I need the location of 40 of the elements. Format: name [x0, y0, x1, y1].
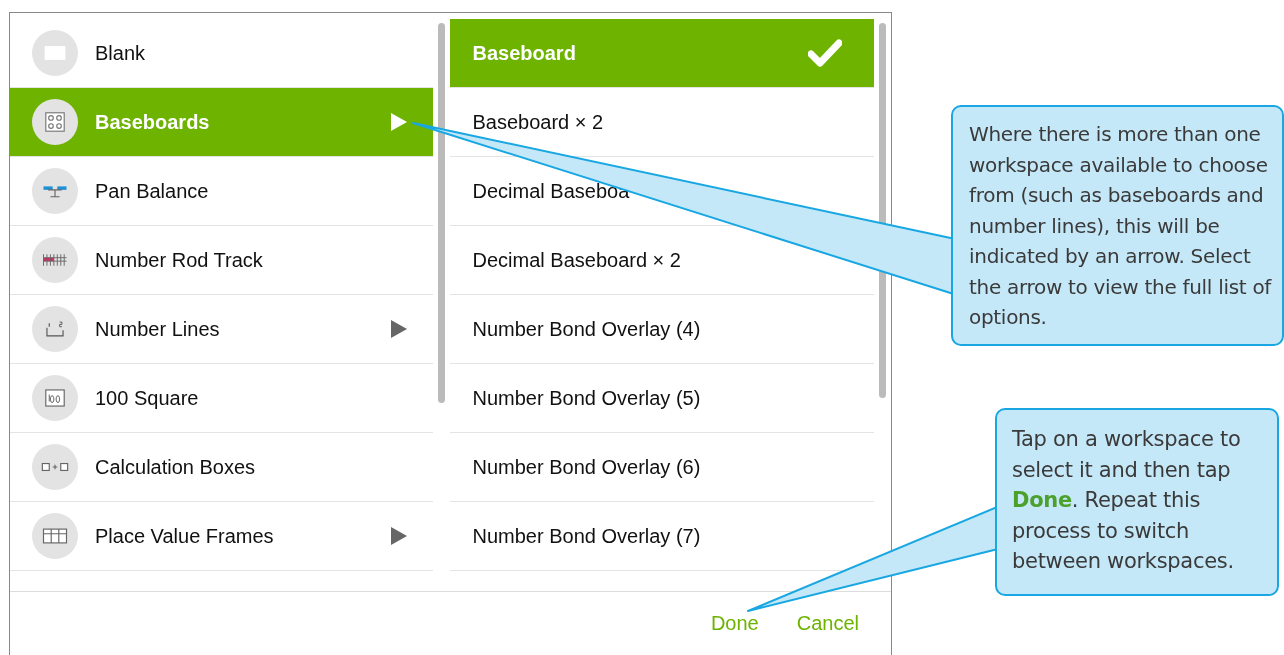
- submenu-label: Number Bond Overlay (5): [472, 386, 702, 410]
- workspace-icon: [32, 237, 78, 283]
- callout-text: Where there is more than one workspace available to choose from (such as baseboards and number lines), this will be indicated by an arrow. Select the arrow to view the full list of options.: [969, 122, 1272, 329]
- workspace-item[interactable]: Place Value Frames: [10, 502, 433, 571]
- workspace-item[interactable]: Number Rod Track: [10, 226, 433, 295]
- callout-text: Tap on a workspace to select it and then tap Done. Repeat this process to switch between workspaces.: [1012, 427, 1241, 573]
- workspace-icon: [32, 99, 78, 145]
- arrow-icon[interactable]: [390, 320, 407, 338]
- arrow-icon[interactable]: [390, 527, 407, 545]
- workspace-icon: [32, 168, 78, 214]
- workspace-icon: [32, 30, 78, 76]
- check-icon: [808, 39, 842, 67]
- workspace-item[interactable]: 100 Square: [10, 364, 433, 433]
- workspace-label: Calculation Boxes: [95, 455, 257, 479]
- submenu-item[interactable]: Number Bond Overlay (5): [449, 364, 874, 433]
- submenu-item[interactable]: Number Bond Overlay (6): [449, 433, 874, 502]
- submenu-label: Number Bond Overlay (6): [472, 455, 702, 479]
- scrollbar[interactable]: [437, 23, 445, 403]
- workspace-label: Number Lines: [95, 317, 221, 341]
- workspace-icon: [32, 375, 78, 421]
- workspace-label: Pan Balance: [95, 179, 210, 203]
- workspace-label: Number Rod Track: [95, 248, 264, 272]
- workspace-label: Baseboards: [95, 110, 211, 134]
- workspace-label: Blank: [95, 41, 147, 65]
- workspace-icon: [32, 444, 78, 490]
- submenu-label: Number Bond Overlay (7): [472, 524, 702, 548]
- submenu-label: Number Bond Overlay (4): [472, 317, 702, 341]
- workspace-icon: [32, 306, 78, 352]
- submenu-label: Baseboard × 2: [472, 110, 605, 134]
- workspace-item[interactable]: Pan Balance: [10, 157, 433, 226]
- submenu-label: Baseboard: [472, 41, 577, 65]
- workspace-icon: [32, 513, 78, 559]
- submenu-label: Decimal Baseboa: [472, 179, 631, 203]
- workspace-item[interactable]: Number Lines: [10, 295, 433, 364]
- arrow-icon[interactable]: [390, 113, 407, 131]
- workspace-item[interactable]: Calculation Boxes: [10, 433, 433, 502]
- workspace-label: Place Value Frames: [95, 524, 275, 548]
- submenu-label: Decimal Baseboard × 2: [472, 248, 682, 272]
- workspace-label: 100 Square: [95, 386, 200, 410]
- submenu-item[interactable]: Number Bond Overlay (4): [449, 295, 874, 364]
